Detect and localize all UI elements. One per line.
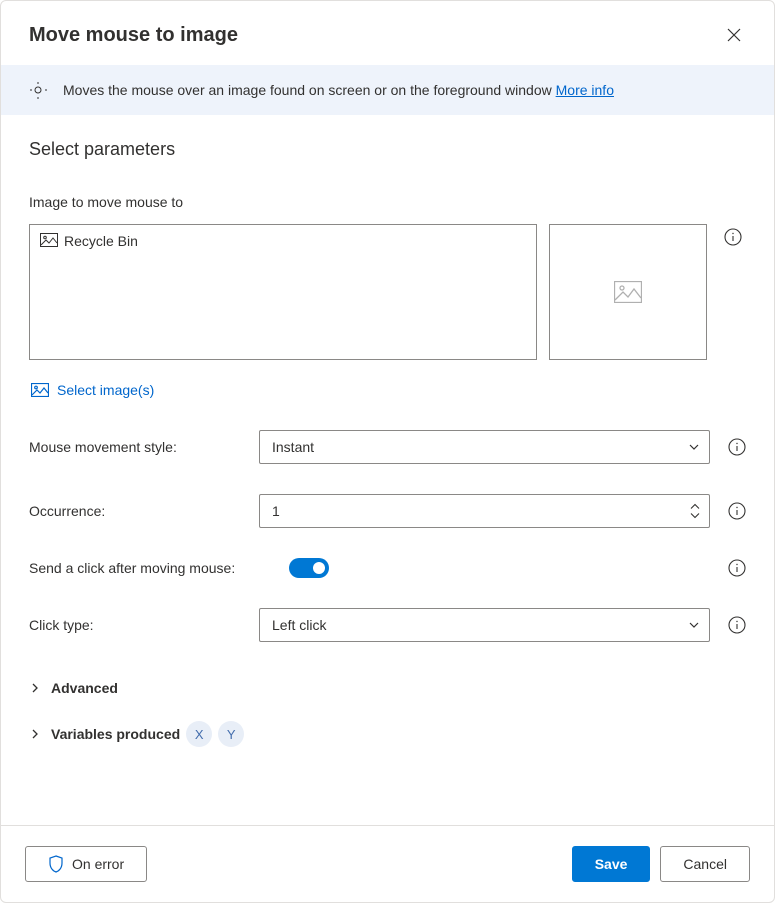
placeholder-image-icon [614, 281, 642, 303]
advanced-label: Advanced [51, 680, 118, 696]
advanced-expander-row: Advanced [29, 672, 746, 704]
chevron-right-icon [29, 682, 41, 694]
cancel-button[interactable]: Cancel [660, 846, 750, 882]
movement-style-label: Mouse movement style: [29, 439, 259, 455]
variable-badge-y[interactable]: Y [218, 721, 244, 747]
click-type-select[interactable]: Left click [259, 608, 710, 642]
info-icon[interactable] [728, 616, 746, 634]
info-icon[interactable] [728, 502, 746, 520]
info-text-container: Moves the mouse over an image found on s… [63, 82, 614, 98]
dialog-footer: On error Save Cancel [1, 825, 774, 902]
image-item-label: Recycle Bin [64, 233, 138, 249]
movement-style-select[interactable]: Instant [259, 430, 710, 464]
click-type-value: Left click [272, 617, 326, 633]
info-icon[interactable] [728, 438, 746, 456]
footer-actions: Save Cancel [572, 846, 750, 882]
occurrence-row: Occurrence: 1 [29, 494, 746, 528]
chevron-down-icon [687, 618, 701, 632]
chevron-down-icon [689, 512, 701, 520]
select-images-button[interactable]: Select image(s) [29, 376, 156, 404]
dialog-header: Move mouse to image [1, 1, 774, 65]
section-title: Select parameters [29, 139, 746, 160]
variables-expander[interactable]: Variables produced [29, 718, 180, 750]
image-field-label: Image to move mouse to [29, 194, 746, 210]
close-button[interactable] [718, 19, 750, 51]
send-click-row: Send a click after moving mouse: [29, 558, 746, 578]
info-icon[interactable] [724, 228, 742, 246]
image-icon [40, 233, 58, 247]
number-spinner[interactable] [689, 503, 701, 520]
dialog-content: Select parameters Image to move mouse to… [1, 115, 774, 825]
image-listbox[interactable]: Recycle Bin [29, 224, 537, 360]
info-icon[interactable] [728, 559, 746, 577]
chevron-right-icon [29, 728, 41, 740]
save-label: Save [595, 856, 628, 872]
on-error-button[interactable]: On error [25, 846, 147, 882]
on-error-label: On error [72, 856, 124, 872]
info-bar: Moves the mouse over an image found on s… [1, 65, 774, 115]
occurrence-input[interactable]: 1 [259, 494, 710, 528]
chevron-down-icon [687, 440, 701, 454]
image-icon [31, 383, 49, 397]
image-selection-row: Recycle Bin [29, 224, 746, 360]
click-type-row: Click type: Left click [29, 608, 746, 642]
shield-icon [48, 855, 64, 873]
select-images-label: Select image(s) [57, 382, 154, 398]
advanced-expander[interactable]: Advanced [29, 672, 118, 704]
send-click-toggle[interactable] [289, 558, 329, 578]
click-type-label: Click type: [29, 617, 259, 633]
chevron-up-icon [689, 503, 701, 511]
movement-style-row: Mouse movement style: Instant [29, 430, 746, 464]
save-button[interactable]: Save [572, 846, 651, 882]
target-icon [29, 81, 47, 99]
close-icon [727, 28, 741, 42]
cancel-label: Cancel [683, 856, 727, 872]
variables-expander-row: Variables produced X Y [29, 718, 746, 750]
occurrence-value: 1 [272, 503, 280, 519]
image-preview[interactable] [549, 224, 707, 360]
movement-style-value: Instant [272, 439, 314, 455]
dialog-title: Move mouse to image [29, 24, 238, 47]
variable-badge-x[interactable]: X [186, 721, 212, 747]
send-click-label: Send a click after moving mouse: [29, 560, 289, 576]
variables-label: Variables produced [51, 726, 180, 742]
occurrence-label: Occurrence: [29, 503, 259, 519]
info-text: Moves the mouse over an image found on s… [63, 82, 556, 98]
more-info-link[interactable]: More info [556, 82, 614, 98]
